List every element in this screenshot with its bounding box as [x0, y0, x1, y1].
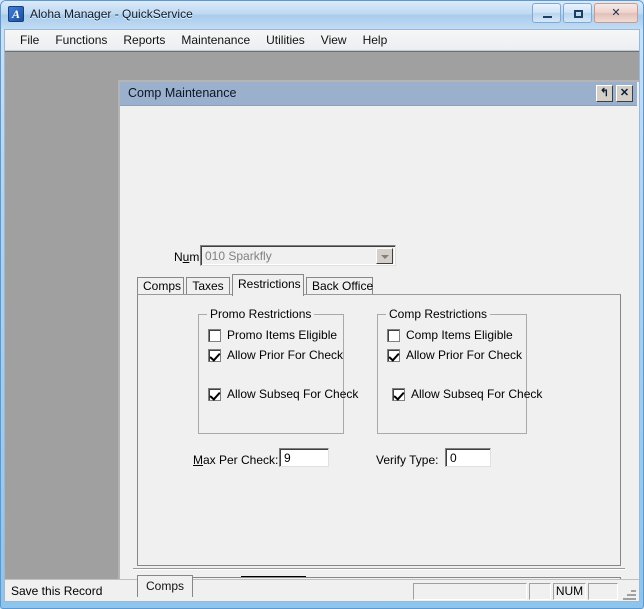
maximize-button[interactable] — [563, 3, 592, 23]
menu-item-utilities[interactable]: Utilities — [258, 31, 313, 49]
verify-type-value: 0 — [450, 451, 457, 465]
checkbox-label: Allow Prior For Check — [227, 348, 344, 362]
button-separator — [133, 568, 625, 570]
checkbox-box — [208, 388, 221, 401]
menu-bar: File Functions Reports Maintenance Utili… — [5, 30, 639, 51]
comp-restrictions-group: Comp Restrictions Comp Items Eligible Al… — [377, 307, 542, 434]
comp-restrictions-title: Comp Restrictions — [386, 307, 491, 321]
aloha-app-icon: A — [8, 6, 24, 22]
restore-icon[interactable]: ↰ — [596, 85, 613, 102]
checkbox-promo-items-eligible[interactable]: Promo Items Eligible — [208, 328, 337, 342]
menu-item-file[interactable]: File — [12, 31, 47, 49]
checkbox-label: Allow Subseq For Check — [411, 387, 543, 401]
checkbox-box — [392, 388, 405, 401]
tab-restrictions[interactable]: Restrictions — [232, 274, 304, 296]
status-panel-num: NUM — [553, 583, 586, 600]
checkbox-label: Allow Prior For Check — [406, 348, 523, 362]
checkbox-box — [387, 349, 400, 362]
tab-taxes[interactable]: Taxes — [186, 277, 230, 295]
comp-maintenance-title-bar: Comp Maintenance ↰ ✕ — [120, 82, 637, 106]
restrictions-tab-panel: Promo Restrictions Promo Items Eligible … — [137, 294, 621, 566]
checkbox-label: Promo Items Eligible — [227, 328, 338, 342]
window-controls: ✕ — [532, 3, 638, 23]
close-button[interactable]: ✕ — [594, 3, 638, 23]
title-bar: A Aloha Manager - QuickService ✕ — [1, 1, 643, 29]
status-panel-2 — [529, 583, 551, 600]
close-icon: ✕ — [611, 7, 621, 19]
title-bar-left: A Aloha Manager - QuickService — [8, 6, 193, 22]
checkbox-comp-allow-prior-for-check[interactable]: Allow Prior For Check — [387, 348, 522, 362]
window-title: Aloha Manager - QuickService — [30, 7, 193, 21]
client-area: File Functions Reports Maintenance Utili… — [4, 29, 640, 602]
checkbox-promo-allow-subseq-for-check[interactable]: Allow Subseq For Check — [208, 387, 358, 401]
checkbox-box — [208, 329, 221, 342]
number-value: 010 Sparkfly — [205, 249, 272, 263]
menu-item-reports[interactable]: Reports — [115, 31, 173, 49]
max-per-check-input[interactable]: 9 — [279, 448, 329, 467]
comp-maintenance-title: Comp Maintenance — [128, 86, 237, 100]
max-per-check-value: 9 — [284, 451, 291, 465]
child-close-icon[interactable]: ✕ — [616, 85, 633, 102]
verify-type-input[interactable]: 0 — [445, 448, 491, 467]
mdi-workspace: Comp Maintenance ↰ ✕ Number: 010 Sparkfl… — [5, 51, 639, 601]
checkbox-comp-items-eligible[interactable]: Comp Items Eligible — [387, 328, 513, 342]
status-bar: Save this Record NUM — [5, 579, 639, 601]
promo-restrictions-group: Promo Restrictions Promo Items Eligible … — [198, 307, 358, 434]
checkbox-label: Allow Subseq For Check — [227, 387, 359, 401]
status-panel-1 — [413, 583, 527, 600]
comp-maintenance-body: Number: 010 Sparkfly Comps Taxes Restric… — [120, 106, 637, 601]
application-window: A Aloha Manager - QuickService ✕ File Fu… — [0, 0, 644, 609]
checkbox-comp-allow-subseq-for-check[interactable]: Allow Subseq For Check — [392, 387, 542, 401]
bottom-tab-comps[interactable]: Comps — [137, 575, 194, 597]
tab-strip: Comps Taxes Restrictions Back Office — [137, 274, 621, 296]
menu-item-maintenance[interactable]: Maintenance — [173, 31, 258, 49]
menu-item-functions[interactable]: Functions — [47, 31, 115, 49]
maximize-icon — [574, 10, 583, 18]
status-panel-4 — [588, 583, 618, 600]
promo-restrictions-title: Promo Restrictions — [207, 307, 315, 321]
chevron-down-icon[interactable] — [376, 248, 393, 264]
tab-comps[interactable]: Comps — [137, 277, 184, 295]
menu-item-help[interactable]: Help — [355, 31, 396, 49]
minimize-icon — [543, 16, 552, 18]
minimize-button[interactable] — [532, 3, 561, 23]
checkbox-promo-allow-prior-for-check[interactable]: Allow Prior For Check — [208, 348, 343, 362]
comp-maintenance-controls: ↰ ✕ — [596, 85, 633, 102]
number-combobox[interactable]: 010 Sparkfly — [200, 245, 396, 266]
comp-maintenance-window: Comp Maintenance ↰ ✕ Number: 010 Sparkfl… — [118, 80, 639, 601]
verify-type-label: Verify Type: — [376, 453, 439, 467]
menu-item-view[interactable]: View — [313, 31, 355, 49]
max-per-check-label: Max Per Check: — [193, 453, 279, 467]
resize-grip-icon[interactable] — [622, 586, 636, 600]
checkbox-box — [387, 329, 400, 342]
status-message: Save this Record — [11, 584, 103, 598]
checkbox-label: Comp Items Eligible — [406, 328, 513, 342]
tab-back-office[interactable]: Back Office — [306, 277, 373, 295]
checkbox-box — [208, 349, 221, 362]
